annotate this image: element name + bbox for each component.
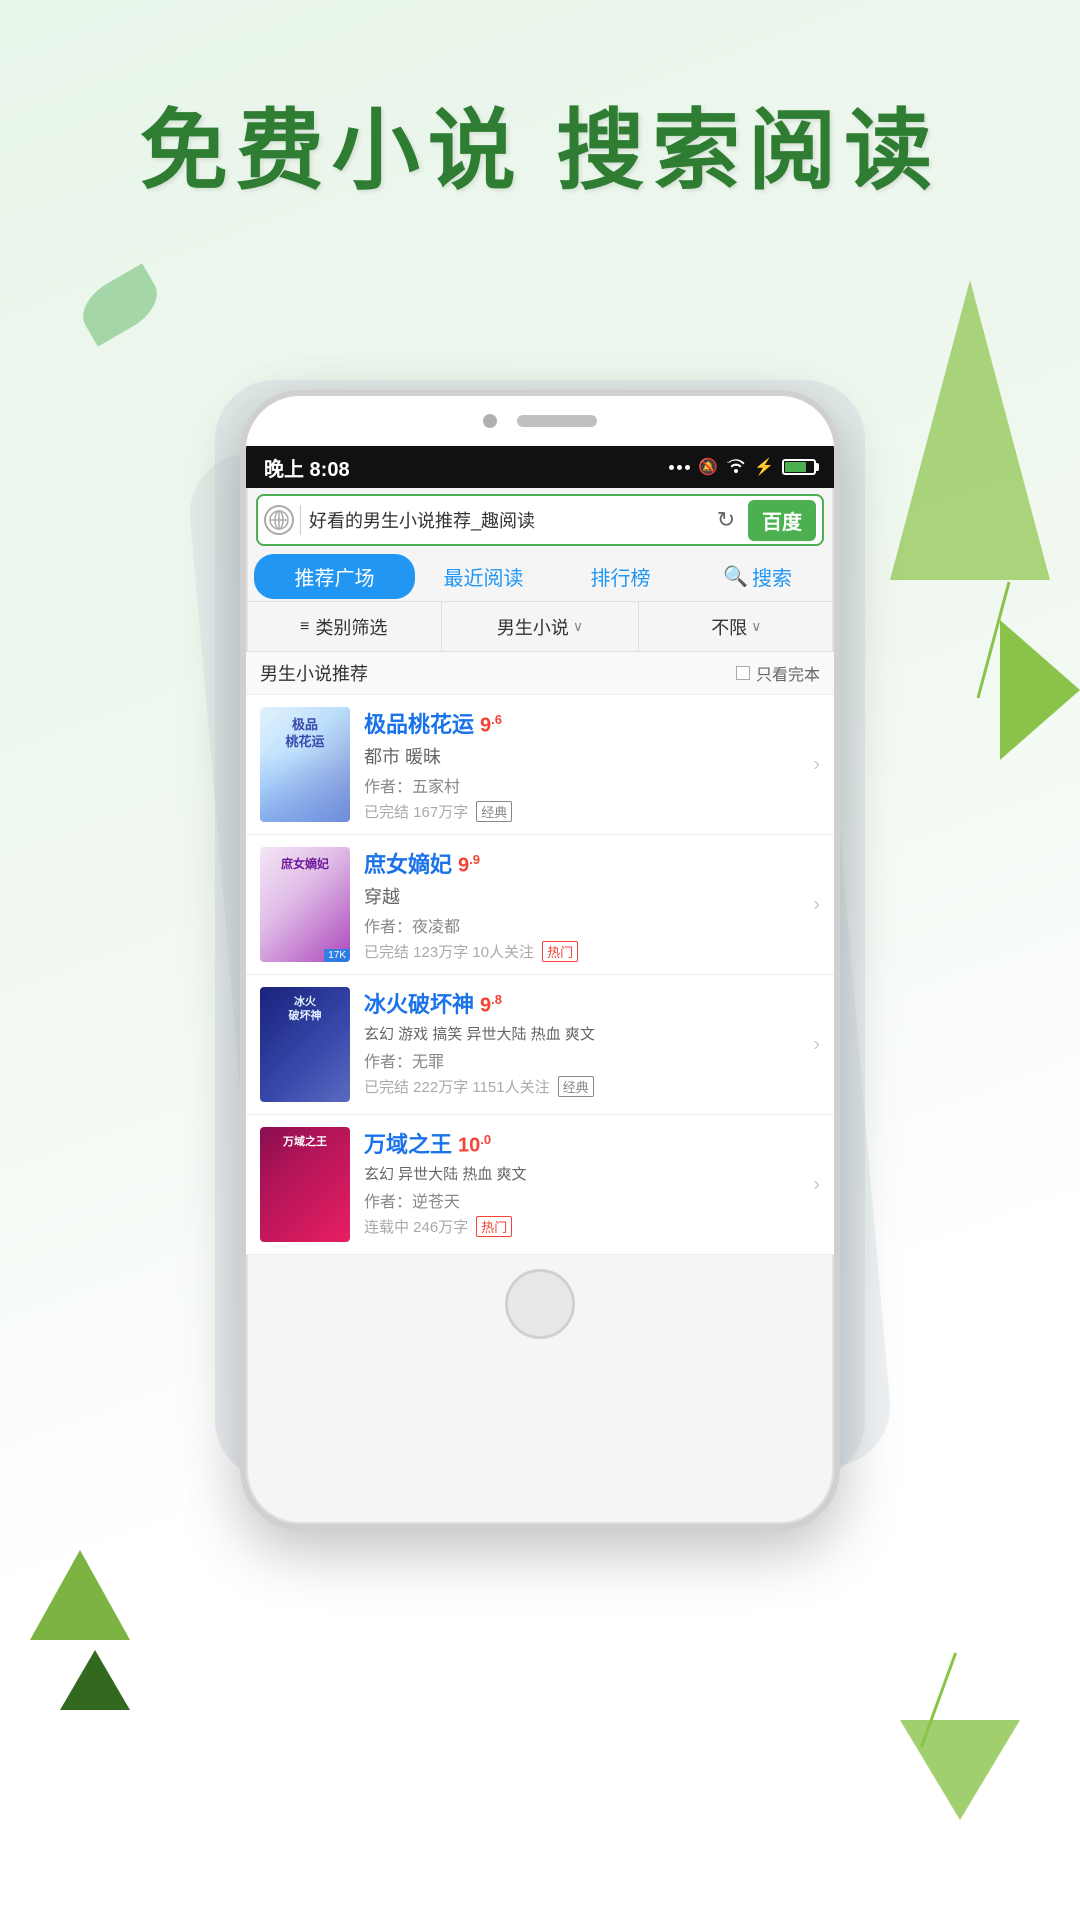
book-cover-3: 冰火破坏神 bbox=[260, 987, 350, 1102]
chevron-right-icon-2: › bbox=[813, 893, 820, 916]
status-icons: 🔕 ⚡ bbox=[669, 457, 816, 478]
book-badge-4: 热门 bbox=[476, 1216, 512, 1237]
book-title-1: 极品桃花运 bbox=[364, 707, 474, 739]
wifi-icon bbox=[726, 457, 746, 478]
book-author-2: 作者：夜凌都 bbox=[364, 913, 820, 937]
battery-icon bbox=[782, 459, 816, 475]
book-item-4[interactable]: 万域之王 万域之王 10.0 玄幻 异世大陆 热血 爽文 作者：逆苍天 连载中 … bbox=[246, 1115, 834, 1255]
only-complete-toggle[interactable]: 只看完本 bbox=[736, 661, 820, 685]
book-badge-1: 经典 bbox=[476, 801, 512, 822]
baidu-search-button[interactable]: 百度 bbox=[748, 500, 816, 541]
filter-gender[interactable]: 男生小说 ∨ bbox=[442, 602, 638, 651]
book-badge-3: 经典 bbox=[558, 1076, 594, 1097]
phone-top-bar bbox=[246, 396, 834, 446]
phone-speaker bbox=[517, 415, 597, 427]
chevron-right-icon-1: › bbox=[813, 753, 820, 776]
hamburger-icon: ≡ bbox=[300, 618, 309, 636]
filter-bar: ≡ 类别筛选 男生小说 ∨ 不限 ∨ bbox=[246, 602, 834, 652]
tab-recommend[interactable]: 推荐广场 bbox=[254, 554, 415, 599]
browser-refresh-button[interactable]: ↻ bbox=[708, 502, 744, 538]
browser-divider bbox=[300, 505, 301, 535]
book-meta-3: 已完结 222万字 1151人关注 经典 bbox=[364, 1076, 820, 1097]
charging-icon: ⚡ bbox=[754, 457, 774, 477]
deco-line-right bbox=[977, 582, 1011, 699]
deco-triangle-bottom-right bbox=[900, 1720, 1020, 1820]
book-rating-4: 10.0 bbox=[458, 1132, 491, 1158]
book-author-1: 作者：五家村 bbox=[364, 773, 820, 797]
chevron-right-icon-4: › bbox=[813, 1173, 820, 1196]
book-genre-1: 都市 暖昧 bbox=[364, 743, 820, 769]
book-meta-4: 连载中 246万字 热门 bbox=[364, 1216, 820, 1237]
book-title-row-1: 极品桃花运 9.6 bbox=[364, 707, 820, 739]
book-title-row-2: 庶女嫡妃 9.9 bbox=[364, 847, 820, 879]
phone-wrapper: 晚上 8:08 🔕 ⚡ bbox=[240, 390, 840, 1670]
deco-leaf-top-left bbox=[73, 263, 167, 346]
book-genre-4: 玄幻 异世大陆 热血 爽文 bbox=[364, 1163, 820, 1184]
book-title-4: 万域之王 bbox=[364, 1127, 452, 1159]
deco-triangle-left-bottom-2 bbox=[60, 1650, 130, 1710]
book-rating-3: 9.8 bbox=[480, 992, 502, 1018]
book-cover-2: 庶女嫡妃 17K bbox=[260, 847, 350, 962]
browser-url[interactable]: 好看的男生小说推荐_趣阅读 bbox=[309, 507, 708, 533]
tab-search[interactable]: 🔍 搜索 bbox=[689, 552, 826, 601]
book-title-row-3: 冰火破坏神 9.8 bbox=[364, 987, 820, 1019]
deco-triangle-left-bottom bbox=[30, 1550, 130, 1640]
section-header: 男生小说推荐 只看完本 bbox=[246, 652, 834, 695]
cover-text-2: 庶女嫡妃 bbox=[260, 855, 350, 872]
book-genre-2: 穿越 bbox=[364, 883, 820, 909]
book-item-3[interactable]: 冰火破坏神 冰火破坏神 9.8 玄幻 游戏 搞笑 异世大陆 热血 爽文 作者：无… bbox=[246, 975, 834, 1115]
book-title-2: 庶女嫡妃 bbox=[364, 847, 452, 879]
headline-text: 免费小说 搜索阅读 bbox=[0, 80, 1080, 207]
status-time: 晚上 8:08 bbox=[264, 453, 350, 482]
signal-icon bbox=[669, 465, 690, 470]
book-info-1: 极品桃花运 9.6 都市 暖昧 作者：五家村 已完结 167万字 经典 bbox=[364, 707, 820, 822]
chevron-down-icon: ∨ bbox=[573, 618, 583, 635]
deco-triangle-top-right bbox=[890, 280, 1050, 580]
deco-line-bottom-right bbox=[920, 1653, 957, 1748]
chevron-down-icon-2: ∨ bbox=[751, 618, 761, 635]
book-title-row-4: 万域之王 10.0 bbox=[364, 1127, 820, 1159]
front-camera bbox=[483, 414, 497, 428]
search-icon: 🔍 bbox=[723, 564, 748, 589]
book-list: 极品桃花运 极品桃花运 9.6 都市 暖昧 作者：五家村 已完结 167万字 bbox=[246, 695, 834, 1255]
section-title: 男生小说推荐 bbox=[260, 660, 368, 686]
book-item-2[interactable]: 庶女嫡妃 17K 庶女嫡妃 9.9 穿越 作者：夜凌都 已完结 123万字 10… bbox=[246, 835, 834, 975]
book-item-1[interactable]: 极品桃花运 极品桃花运 9.6 都市 暖昧 作者：五家村 已完结 167万字 bbox=[246, 695, 834, 835]
book-info-2: 庶女嫡妃 9.9 穿越 作者：夜凌都 已完结 123万字 10人关注 热门 bbox=[364, 847, 820, 962]
deco-triangle-right-mid bbox=[1000, 620, 1080, 760]
book-meta-1: 已完结 167万字 经典 bbox=[364, 801, 820, 822]
filter-limit[interactable]: 不限 ∨ bbox=[639, 602, 834, 651]
browser-globe-icon bbox=[264, 505, 294, 535]
nav-tabs: 推荐广场 最近阅读 排行榜 🔍 搜索 bbox=[246, 552, 834, 602]
mute-icon: 🔕 bbox=[698, 457, 718, 477]
book-info-4: 万域之王 10.0 玄幻 异世大陆 热血 爽文 作者：逆苍天 连载中 246万字… bbox=[364, 1127, 820, 1242]
tab-recent[interactable]: 最近阅读 bbox=[415, 552, 552, 601]
cover-text-1: 极品桃花运 bbox=[260, 717, 350, 751]
status-bar: 晚上 8:08 🔕 ⚡ bbox=[246, 446, 834, 488]
browser-bar[interactable]: 好看的男生小说推荐_趣阅读 ↻ 百度 bbox=[256, 494, 824, 546]
cover-badge-2: 17K bbox=[324, 949, 350, 962]
cover-text-4: 万域之王 bbox=[260, 1135, 350, 1149]
book-author-4: 作者：逆苍天 bbox=[364, 1188, 820, 1212]
book-author-3: 作者：无罪 bbox=[364, 1048, 820, 1072]
book-badge-2: 热门 bbox=[542, 941, 578, 962]
book-rating-1: 9.6 bbox=[480, 712, 502, 738]
book-title-3: 冰火破坏神 bbox=[364, 987, 474, 1019]
book-rating-2: 9.9 bbox=[458, 852, 480, 878]
book-genre-3: 玄幻 游戏 搞笑 异世大陆 热血 爽文 bbox=[364, 1023, 820, 1044]
tab-ranking[interactable]: 排行榜 bbox=[552, 552, 689, 601]
phone-outer: 晚上 8:08 🔕 ⚡ bbox=[240, 390, 840, 1530]
book-meta-2: 已完结 123万字 10人关注 热门 bbox=[364, 941, 820, 962]
book-info-3: 冰火破坏神 9.8 玄幻 游戏 搞笑 异世大陆 热血 爽文 作者：无罪 已完结 … bbox=[364, 987, 820, 1102]
home-button[interactable] bbox=[505, 1269, 575, 1339]
cover-text-3: 冰火破坏神 bbox=[260, 995, 350, 1024]
book-cover-1: 极品桃花运 bbox=[260, 707, 350, 822]
filter-category[interactable]: ≡ 类别筛选 bbox=[246, 602, 442, 651]
only-complete-checkbox[interactable] bbox=[736, 666, 750, 680]
only-complete-label: 只看完本 bbox=[756, 661, 820, 685]
chevron-right-icon-3: › bbox=[813, 1033, 820, 1056]
book-cover-4: 万域之王 bbox=[260, 1127, 350, 1242]
